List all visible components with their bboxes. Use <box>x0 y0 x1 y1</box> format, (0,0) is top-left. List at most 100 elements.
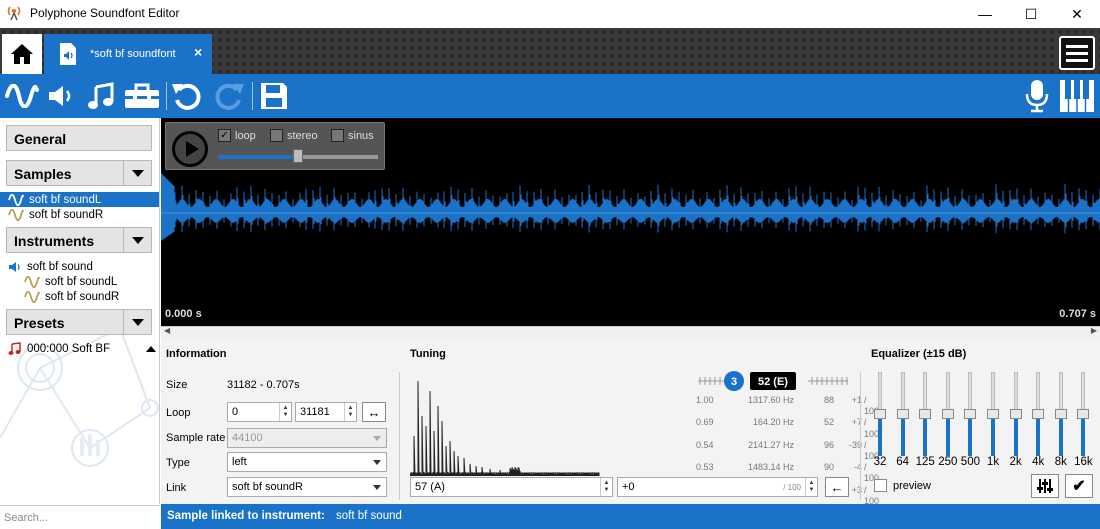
status-bar: Sample linked to instrument: soft bf sou… <box>161 504 1100 529</box>
stereo-checkbox[interactable]: stereo <box>270 129 318 142</box>
tab-close-icon[interactable]: × <box>194 44 202 60</box>
loop-end-input[interactable]: 31181 ▲ ▼ <box>295 402 357 422</box>
eq-band-slider[interactable] <box>919 372 932 456</box>
main-menu-button[interactable] <box>1059 36 1095 70</box>
maximize-button[interactable]: ☐ <box>1008 0 1054 28</box>
eq-band-slider[interactable] <box>1054 372 1067 456</box>
waveform-view[interactable]: ✓ loop stereo sinus 0.000 s 0.707 s <box>161 118 1100 326</box>
new-preset-button[interactable] <box>84 78 118 114</box>
eq-thumb[interactable] <box>919 409 932 419</box>
scroll-right-icon[interactable]: ▶ <box>1091 326 1097 335</box>
home-tab[interactable] <box>2 34 42 74</box>
toolbar-separator <box>252 82 253 110</box>
eq-band-slider[interactable] <box>964 372 977 456</box>
preview-checkbox[interactable]: preview <box>874 479 931 492</box>
loop-checkbox[interactable]: ✓ loop <box>218 129 256 142</box>
samplerate-select[interactable]: 44100 <box>227 428 387 448</box>
scroll-left-icon[interactable]: ◀ <box>164 326 170 335</box>
eq-thumb[interactable] <box>1054 409 1067 419</box>
keyboard-button[interactable] <box>1058 78 1096 114</box>
soundfont-file-icon <box>60 43 76 65</box>
spin-arrows-icon[interactable]: ▲ ▼ <box>279 403 291 421</box>
information-title: Information <box>166 348 227 360</box>
app-antenna-icon <box>7 6 21 21</box>
eq-thumb[interactable] <box>964 409 977 419</box>
eq-thumb[interactable] <box>1032 409 1045 419</box>
new-sample-button[interactable] <box>4 78 40 114</box>
equalizer-apply-button[interactable]: ✔ <box>1065 474 1093 498</box>
volume-slider[interactable] <box>218 149 378 163</box>
eq-thumb[interactable] <box>1077 409 1090 419</box>
close-window-button[interactable]: ✕ <box>1054 0 1100 28</box>
presets-section-button[interactable]: Presets <box>6 309 152 335</box>
sinus-checkbox[interactable]: sinus <box>331 129 374 142</box>
tree-item-sample-right[interactable]: soft bf soundR <box>8 207 103 222</box>
save-button[interactable] <box>256 78 292 114</box>
correction-input[interactable]: +0 / 100 ▲ ▼ <box>617 477 818 497</box>
type-select[interactable]: left <box>227 452 387 472</box>
tuning-peak-corr: +1 <box>851 395 862 405</box>
link-select[interactable]: soft bf soundR <box>227 477 387 497</box>
new-instrument-button[interactable] <box>44 78 78 114</box>
spin-arrows-icon[interactable]: ▲ ▼ <box>805 478 817 496</box>
eq-thumb[interactable] <box>874 409 886 419</box>
eq-band-slider[interactable] <box>1009 372 1022 456</box>
equalizer-reset-button[interactable] <box>1031 474 1059 498</box>
tools-button[interactable] <box>122 78 162 114</box>
tree-item-instrument-sample-left[interactable]: soft bf soundL <box>24 274 117 289</box>
play-button[interactable] <box>172 131 208 167</box>
tuning-peak-row: 0.69 164.20 Hz 52 +7/ 100 <box>696 417 880 439</box>
eq-thumb[interactable] <box>896 409 909 419</box>
eq-band-slider[interactable] <box>941 372 954 456</box>
checkbox-box <box>874 479 887 492</box>
eq-band-slider[interactable] <box>1032 372 1045 456</box>
redo-button[interactable] <box>212 78 246 114</box>
tab-soundfont[interactable]: *soft bf soundfont × <box>44 34 212 74</box>
tree-item-preset[interactable]: 000:000 Soft BF <box>8 341 156 356</box>
samples-dropdown[interactable] <box>123 161 151 185</box>
tree-item-sample-left[interactable]: soft bf soundL <box>0 192 159 207</box>
apply-tuning-button[interactable]: ← <box>825 477 849 497</box>
tree-item-instrument-sample-right[interactable]: soft bf soundR <box>24 289 119 304</box>
root-key-input[interactable]: 57 (A) ▲ ▼ <box>410 477 613 497</box>
spin-arrows-icon[interactable]: ▲ ▼ <box>600 478 612 496</box>
recorder-button[interactable] <box>1022 78 1052 114</box>
correction-max: / 100 <box>783 483 801 492</box>
minimize-button[interactable]: — <box>962 0 1008 28</box>
eq-band-label: 1k <box>986 456 1000 468</box>
general-section-button[interactable]: General <box>6 125 152 151</box>
start-time-label: 0.000 s <box>165 308 202 320</box>
type-label: Type <box>166 457 190 469</box>
tuning-peak-score: 0.69 <box>696 417 714 428</box>
search-input[interactable]: Search... <box>0 505 160 529</box>
status-value: soft bf sound <box>336 510 402 522</box>
instruments-dropdown[interactable] <box>123 228 151 252</box>
instruments-label: Instruments <box>14 233 95 249</box>
samples-section-button[interactable]: Samples <box>6 160 152 186</box>
loop-auto-button[interactable]: ↔ <box>362 402 386 422</box>
instruments-section-button[interactable]: Instruments <box>6 227 152 253</box>
collapse-preset-toggle[interactable] <box>146 345 156 352</box>
eq-thumb[interactable] <box>1009 409 1022 419</box>
eq-band-slider[interactable] <box>987 372 999 456</box>
tuning-selector-slider[interactable]: 3 52 (E) <box>696 370 856 392</box>
eq-band-label: 8k <box>1054 456 1067 468</box>
status-label: Sample linked to instrument: <box>167 510 325 522</box>
tuning-peak-key: 52 <box>823 417 834 428</box>
waveform-scrollbar[interactable]: ◀ ▶ <box>161 326 1100 338</box>
root-key-value: 57 (A) <box>415 481 445 493</box>
undo-button[interactable] <box>170 78 204 114</box>
presets-dropdown[interactable] <box>123 310 151 334</box>
loop-start-input[interactable]: 0 ▲ ▼ <box>227 402 292 422</box>
tree-item-instrument[interactable]: soft bf sound <box>8 259 93 274</box>
main-toolbar <box>0 74 1100 118</box>
volume-thumb[interactable] <box>293 149 303 163</box>
eq-band-slider[interactable] <box>1077 372 1090 456</box>
eq-thumb[interactable] <box>987 409 999 419</box>
checkbox-box: ✓ <box>218 129 231 142</box>
eq-thumb[interactable] <box>941 409 954 419</box>
eq-band-slider[interactable] <box>874 372 886 456</box>
sample-player: ✓ loop stereo sinus <box>165 122 385 170</box>
eq-band-slider[interactable] <box>896 372 909 456</box>
spin-arrows-icon[interactable]: ▲ ▼ <box>344 403 356 421</box>
